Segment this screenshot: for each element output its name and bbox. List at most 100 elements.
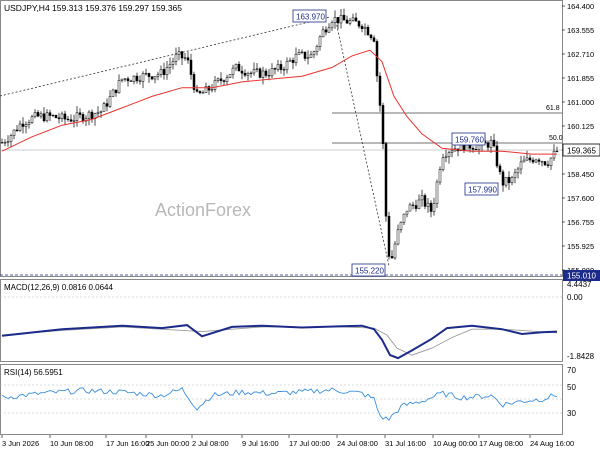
candle-body bbox=[246, 73, 250, 76]
candle-body bbox=[102, 103, 106, 112]
candle-body bbox=[270, 68, 274, 77]
candle-body bbox=[24, 124, 28, 127]
candle-body bbox=[108, 96, 112, 107]
candle-body bbox=[318, 36, 322, 47]
candle-body bbox=[117, 80, 121, 94]
candle-body bbox=[57, 117, 61, 120]
candle-body bbox=[549, 157, 553, 166]
candle-body bbox=[540, 161, 544, 163]
time-axis-label: 3 Jun 2026 bbox=[2, 439, 39, 448]
time-axis-label: 17 Jul 00:00 bbox=[289, 439, 330, 448]
swing-low-annotation-text: 157.990 bbox=[468, 186, 497, 195]
candle-body bbox=[42, 113, 46, 122]
time-axis-label: 2 Jul 08:00 bbox=[192, 439, 229, 448]
candle-body bbox=[189, 59, 193, 75]
swing-low-annotation: 157.990 bbox=[464, 182, 499, 196]
candle-body bbox=[417, 199, 421, 209]
candle-body bbox=[60, 113, 64, 120]
macd-tick-bottom: -1.8428 bbox=[567, 352, 595, 361]
candle-body bbox=[240, 70, 244, 74]
price-axis-label: 160.125 bbox=[567, 122, 594, 131]
current-price-tag-text: 159.365 bbox=[567, 147, 596, 156]
candle-body bbox=[519, 161, 523, 170]
candle-body bbox=[21, 123, 25, 127]
rsi-panel-frame bbox=[0, 364, 563, 435]
candle-body bbox=[27, 122, 31, 125]
candle-body bbox=[6, 141, 10, 143]
candle-body bbox=[126, 78, 130, 82]
candle-body bbox=[282, 69, 286, 71]
candle-body bbox=[54, 114, 58, 119]
candle-body bbox=[186, 57, 190, 61]
candle-body bbox=[516, 168, 520, 174]
candle-body bbox=[531, 159, 535, 163]
candle-body bbox=[393, 243, 397, 259]
candle-body bbox=[18, 123, 22, 131]
time-axis-label: 25 Jun 00:00 bbox=[146, 439, 189, 448]
chart-svg: ActionForex USDJPY,H4 159.313 159.376 15… bbox=[0, 0, 600, 448]
candle-body bbox=[426, 202, 430, 207]
rsi-tick-70: 70 bbox=[567, 366, 576, 375]
candle-body bbox=[432, 203, 436, 212]
price-axis: 164.400 163.555 162.710 161.855 161.000 160.1… bbox=[562, 2, 594, 275]
candle-body bbox=[132, 75, 136, 82]
price-axis-label: 156.755 bbox=[567, 218, 594, 227]
candle-body bbox=[498, 165, 502, 173]
candle-body bbox=[51, 114, 55, 117]
low-annotation-text: 155.220 bbox=[355, 267, 384, 276]
candle-body bbox=[3, 142, 7, 144]
price-axis-label: 155.925 bbox=[567, 242, 594, 251]
candle-body bbox=[372, 37, 376, 42]
candle-body bbox=[312, 51, 316, 56]
rsi-tick-50: 50 bbox=[567, 383, 576, 392]
candle-body bbox=[177, 51, 181, 55]
price-axis-label: 158.450 bbox=[567, 170, 594, 179]
candle-body bbox=[72, 120, 76, 122]
candle-body bbox=[324, 29, 328, 33]
rsi-label: RSI(14) 56.5951 bbox=[4, 368, 63, 377]
candle-body bbox=[528, 157, 532, 161]
candle-body bbox=[411, 204, 415, 206]
candle-body bbox=[390, 256, 394, 259]
candle-body bbox=[33, 112, 37, 117]
candle-body bbox=[402, 213, 406, 223]
candle-body bbox=[294, 53, 298, 63]
high-annotation-text: 163.970 bbox=[296, 13, 325, 22]
candle-body bbox=[141, 73, 145, 82]
swing-down-line bbox=[334, 16, 390, 267]
fib-500-label: 50.0 bbox=[549, 135, 563, 142]
candle-body bbox=[384, 143, 388, 217]
candle-body bbox=[225, 77, 229, 82]
candle-body bbox=[285, 60, 289, 71]
candle-body bbox=[348, 20, 352, 24]
candle-body bbox=[129, 80, 133, 82]
macd-tick-zero: 0.00 bbox=[567, 293, 583, 302]
candle-body bbox=[15, 129, 19, 132]
price-axis-label: 157.600 bbox=[567, 194, 594, 203]
candle-body bbox=[144, 73, 148, 75]
candle-body bbox=[198, 91, 202, 94]
candle-body bbox=[111, 89, 115, 97]
rsi-line bbox=[1, 386, 558, 421]
candle-body bbox=[525, 157, 529, 161]
low-annotation: 155.220 bbox=[351, 263, 386, 277]
macd-signal-line bbox=[1, 326, 558, 356]
candle-body bbox=[471, 147, 475, 150]
candle-body bbox=[9, 135, 13, 142]
candle-body bbox=[366, 26, 370, 36]
candle-body bbox=[264, 70, 268, 76]
candle-body bbox=[522, 159, 526, 163]
candle-body bbox=[96, 112, 100, 114]
candle-body bbox=[336, 17, 340, 24]
candle-body bbox=[360, 25, 364, 29]
rsi-tick-30: 30 bbox=[567, 409, 576, 418]
candle-body bbox=[87, 111, 91, 119]
candle-body bbox=[369, 34, 373, 39]
candle-body bbox=[207, 86, 211, 91]
candle-body bbox=[330, 22, 334, 29]
candle-body bbox=[216, 78, 220, 81]
candle-body bbox=[420, 195, 424, 201]
candle-body bbox=[501, 171, 505, 186]
candle-body bbox=[153, 76, 157, 80]
candle-body bbox=[162, 69, 166, 76]
